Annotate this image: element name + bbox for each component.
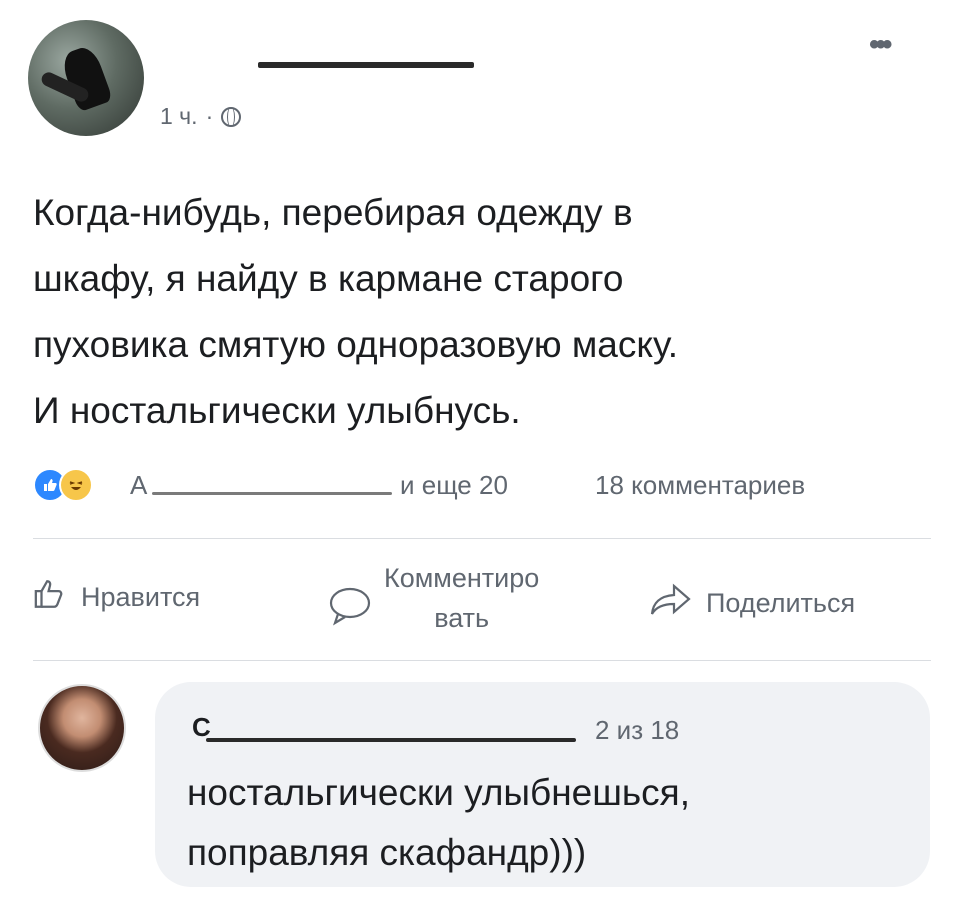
comment-label: Комментиро вать	[384, 558, 539, 638]
comment-icon	[328, 586, 372, 633]
like-button[interactable]: Нравится	[33, 577, 200, 618]
reactions-others[interactable]: и еще 20	[400, 470, 508, 501]
post-text-line: Когда-нибудь, перебирая одежду в	[33, 192, 633, 233]
post-text-line: пуховика смятую одноразовую маску.	[33, 324, 679, 365]
comment-position: 2 из 18	[595, 715, 680, 745]
share-icon	[650, 583, 692, 624]
comment-text: ностальгически улыбнешься, поправляя ска…	[187, 763, 690, 883]
post-text: Когда-нибудь, перебирая одежду в шкафу, …	[33, 180, 933, 444]
author-avatar[interactable]	[28, 20, 144, 136]
reaction-icons[interactable]	[33, 467, 93, 503]
thumbs-up-icon	[33, 577, 67, 618]
comments-count[interactable]: 18 комментариев	[595, 470, 805, 501]
post-meta: 1 ч. ·	[160, 103, 242, 130]
comment-label-line: вать	[434, 603, 490, 633]
globe-icon	[221, 106, 242, 127]
post-text-line: шкафу, я найду в кармане старого	[33, 258, 624, 299]
divider	[33, 660, 931, 661]
comment-text-line: ностальгически улыбнешься,	[187, 772, 690, 813]
divider	[33, 538, 931, 539]
like-label: Нравится	[81, 582, 201, 612]
meta-separator: ·	[205, 103, 214, 129]
reactor-initial: А	[130, 470, 148, 500]
post-time[interactable]: 1 ч.	[160, 103, 198, 130]
commenter-name-redacted	[206, 738, 576, 742]
share-label: Поделиться	[706, 588, 856, 618]
haha-reaction-icon	[59, 468, 93, 502]
commenter-avatar[interactable]	[38, 684, 126, 772]
share-button[interactable]: Поделиться	[650, 583, 855, 624]
more-dots-icon[interactable]: •••	[869, 28, 892, 62]
avatar-figure	[58, 43, 114, 113]
author-name-redacted[interactable]	[258, 62, 474, 68]
comment-label-line: Комментиро	[384, 563, 540, 593]
reactor-name[interactable]: А	[130, 470, 147, 501]
post-text-line: И ностальгически улыбнусь.	[33, 390, 521, 431]
comment-button[interactable]: Комментиро вать	[328, 558, 539, 638]
comment-text-line: поправляя скафандр)))	[187, 832, 587, 873]
reactor-name-redacted	[152, 492, 392, 495]
